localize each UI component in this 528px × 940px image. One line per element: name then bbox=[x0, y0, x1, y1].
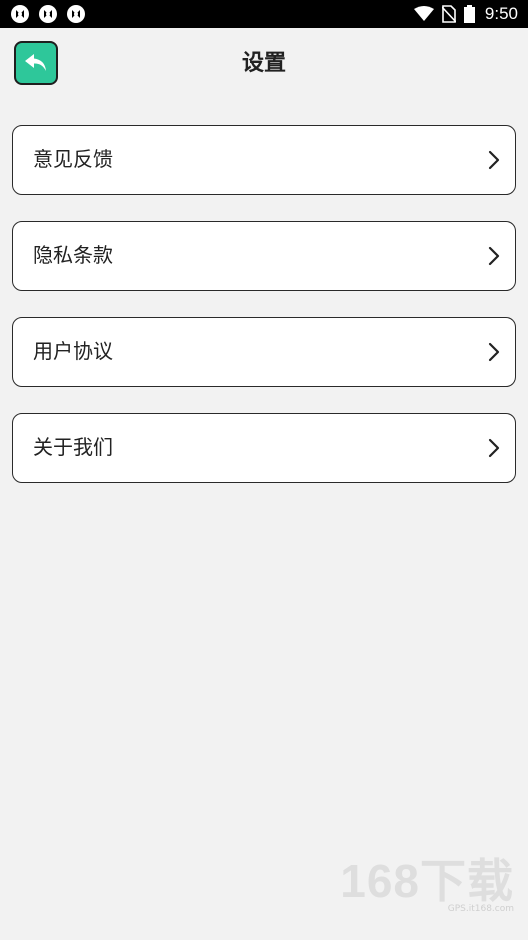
chevron-right-icon bbox=[488, 342, 500, 362]
status-system-icons: 9:50 bbox=[413, 0, 518, 28]
chevron-right-icon bbox=[488, 246, 500, 266]
page-title: 设置 bbox=[241, 51, 286, 76]
menu-item-label: 隐私条款 bbox=[33, 243, 113, 267]
menu-item-label: 用户协议 bbox=[33, 339, 113, 363]
app-notification-icon bbox=[11, 5, 29, 23]
menu-item-label: 关于我们 bbox=[33, 435, 113, 459]
chevron-right-icon bbox=[488, 438, 500, 458]
menu-item-privacy-policy[interactable]: 隐私条款 bbox=[12, 221, 516, 291]
watermark-logo-text: 168下载 bbox=[340, 855, 514, 907]
menu-item-user-agreement[interactable]: 用户协议 bbox=[12, 317, 516, 387]
wifi-icon bbox=[413, 6, 434, 21]
header: 设置 bbox=[0, 28, 528, 100]
status-time: 9:50 bbox=[484, 4, 518, 23]
menu-item-label: 意见反馈 bbox=[33, 147, 113, 171]
watermark: 168下载 GPS.it168.com bbox=[340, 858, 514, 914]
chevron-right-icon bbox=[488, 150, 500, 170]
app-notification-icon bbox=[67, 5, 85, 23]
battery-icon bbox=[463, 5, 475, 23]
menu-item-about-us[interactable]: 关于我们 bbox=[12, 413, 516, 483]
status-bar: 9:50 bbox=[0, 0, 528, 28]
settings-menu: 意见反馈 隐私条款 用户协议 关于我们 bbox=[12, 125, 516, 509]
app-notification-icon bbox=[39, 5, 57, 23]
no-sim-icon bbox=[441, 5, 456, 23]
menu-item-feedback[interactable]: 意见反馈 bbox=[12, 125, 516, 195]
status-notification-icons bbox=[10, 4, 86, 24]
